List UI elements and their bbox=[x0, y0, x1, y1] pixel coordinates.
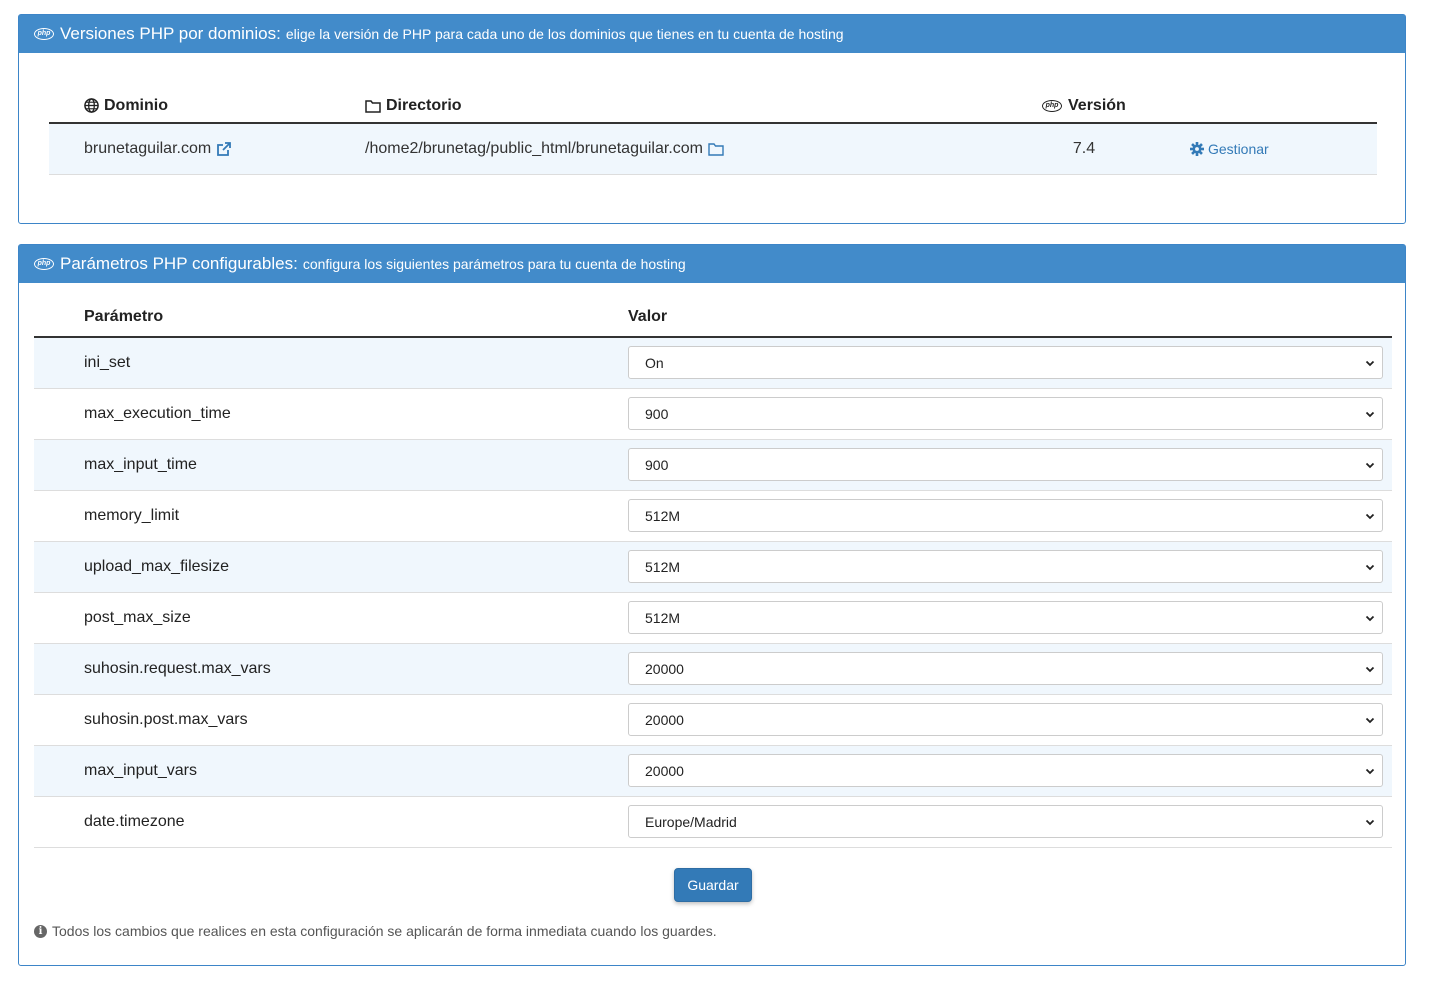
directory-path: /home2/brunetag/public_html/brunetaguila… bbox=[365, 140, 703, 157]
php-version-value: 7.4 bbox=[1072, 140, 1096, 157]
domain-row: brunetaguilar.com /home2/brunetag/public… bbox=[49, 124, 1377, 175]
params-table-body: ini_set On max_execution_time 900 max_input_… bbox=[34, 338, 1392, 848]
param-value-select[interactable]: 20000 bbox=[628, 703, 1383, 736]
chevron-down-icon bbox=[1365, 462, 1375, 469]
chevron-down-icon bbox=[1365, 513, 1375, 520]
param-value-select[interactable]: 512M bbox=[628, 550, 1383, 583]
php-params-title: Parámetros PHP configurables: bbox=[60, 254, 298, 273]
table-row: memory_limit 512M bbox=[34, 491, 1392, 542]
params-table-header: Parámetro Valor bbox=[34, 297, 1392, 338]
version-cell: 7.4 bbox=[1039, 124, 1129, 174]
chevron-down-icon bbox=[1365, 615, 1375, 622]
param-value-select[interactable]: 512M bbox=[628, 499, 1383, 532]
chevron-down-icon bbox=[1365, 768, 1375, 775]
param-name: suhosin.request.max_vars bbox=[84, 660, 271, 677]
php-versions-panel: php Versiones PHP por dominios: elige la… bbox=[18, 14, 1406, 224]
param-value: 20000 bbox=[645, 660, 684, 677]
param-name: post_max_size bbox=[84, 609, 191, 626]
table-row: ini_set On bbox=[34, 338, 1392, 389]
param-value-select[interactable]: 20000 bbox=[628, 652, 1383, 685]
param-value-select[interactable]: 20000 bbox=[628, 754, 1383, 787]
param-value: Europe/Madrid bbox=[645, 813, 737, 830]
param-column-header: Parámetro bbox=[84, 307, 164, 325]
chevron-down-icon bbox=[1365, 360, 1375, 367]
php-icon: php bbox=[34, 258, 54, 270]
manage-link[interactable]: Gestionar bbox=[1190, 124, 1269, 174]
domain-cell: brunetaguilar.com bbox=[84, 124, 232, 174]
php-icon: php bbox=[34, 28, 54, 40]
domain-name: brunetaguilar.com bbox=[84, 140, 212, 157]
php-params-subtitle: configura los siguientes parámetros para… bbox=[302, 256, 686, 272]
param-name: max_input_vars bbox=[84, 762, 197, 779]
version-column-label: Versión bbox=[1068, 96, 1126, 114]
chevron-down-icon bbox=[1365, 717, 1375, 724]
param-value-select[interactable]: On bbox=[628, 346, 1383, 379]
param-value: 20000 bbox=[645, 711, 684, 728]
php-versions-subtitle: elige la versión de PHP para cada uno de… bbox=[285, 26, 844, 42]
php-versions-heading: php Versiones PHP por dominios: elige la… bbox=[19, 15, 1405, 53]
param-value: 512M bbox=[645, 609, 681, 626]
php-icon: php bbox=[1042, 99, 1062, 112]
gear-icon bbox=[1190, 142, 1204, 156]
directory-column-label: Directorio bbox=[386, 96, 462, 114]
param-value-select[interactable]: 900 bbox=[628, 448, 1383, 481]
external-link-icon[interactable] bbox=[216, 141, 232, 157]
version-column-header: php Versión bbox=[1042, 89, 1126, 122]
table-row: max_input_time 900 bbox=[34, 440, 1392, 491]
table-row: date.timezone Europe/Madrid bbox=[34, 797, 1392, 848]
domain-column-header: Dominio bbox=[84, 89, 168, 122]
directory-column-header: Directorio bbox=[365, 89, 462, 122]
info-icon: i bbox=[34, 924, 47, 938]
param-value: 900 bbox=[645, 405, 669, 422]
chevron-down-icon bbox=[1365, 819, 1375, 826]
table-row: max_input_vars 20000 bbox=[34, 746, 1392, 797]
table-row: upload_max_filesize 512M bbox=[34, 542, 1392, 593]
params-table: Parámetro Valor ini_set On max_execution_t… bbox=[34, 297, 1392, 848]
manage-link-label[interactable]: Gestionar bbox=[1208, 141, 1269, 157]
param-value-select[interactable]: 512M bbox=[628, 601, 1383, 634]
value-column-header: Valor bbox=[628, 307, 668, 325]
param-value: 512M bbox=[645, 507, 681, 524]
param-name: max_execution_time bbox=[84, 405, 231, 422]
chevron-down-icon bbox=[1365, 666, 1375, 673]
domains-table-header: Dominio Directorio php Versión bbox=[49, 89, 1377, 124]
chevron-down-icon bbox=[1365, 411, 1375, 418]
php-params-panel: php Parámetros PHP configurables: config… bbox=[18, 244, 1406, 966]
chevron-down-icon bbox=[1365, 564, 1375, 571]
save-button[interactable]: Guardar bbox=[674, 868, 752, 902]
php-versions-title: Versiones PHP por dominios: bbox=[60, 24, 281, 43]
info-note: i Todos los cambios que realices en esta… bbox=[34, 923, 717, 939]
param-name: date.timezone bbox=[84, 813, 185, 830]
param-name: upload_max_filesize bbox=[84, 558, 229, 575]
param-name: ini_set bbox=[84, 354, 131, 371]
param-value: On bbox=[645, 354, 664, 371]
domain-column-label: Dominio bbox=[104, 96, 168, 114]
table-row: suhosin.post.max_vars 20000 bbox=[34, 695, 1392, 746]
param-value: 20000 bbox=[645, 762, 684, 779]
param-value: 512M bbox=[645, 558, 681, 575]
param-value-select[interactable]: Europe/Madrid bbox=[628, 805, 1383, 838]
param-name: memory_limit bbox=[84, 507, 180, 524]
param-value: 900 bbox=[645, 456, 669, 473]
php-params-heading: php Parámetros PHP configurables: config… bbox=[19, 245, 1405, 283]
globe-icon bbox=[84, 98, 99, 113]
param-name: suhosin.post.max_vars bbox=[84, 711, 248, 728]
domains-table: Dominio Directorio php Versión brunetagu… bbox=[49, 89, 1377, 175]
table-row: max_execution_time 900 bbox=[34, 389, 1392, 440]
param-name: max_input_time bbox=[84, 456, 197, 473]
table-row: post_max_size 512M bbox=[34, 593, 1392, 644]
directory-cell: /home2/brunetag/public_html/brunetaguila… bbox=[365, 124, 724, 174]
info-note-text: Todos los cambios que realices en esta c… bbox=[52, 923, 717, 939]
table-row: suhosin.request.max_vars 20000 bbox=[34, 644, 1392, 695]
folder-icon bbox=[365, 99, 381, 113]
folder-icon[interactable] bbox=[708, 142, 724, 156]
param-value-select[interactable]: 900 bbox=[628, 397, 1383, 430]
